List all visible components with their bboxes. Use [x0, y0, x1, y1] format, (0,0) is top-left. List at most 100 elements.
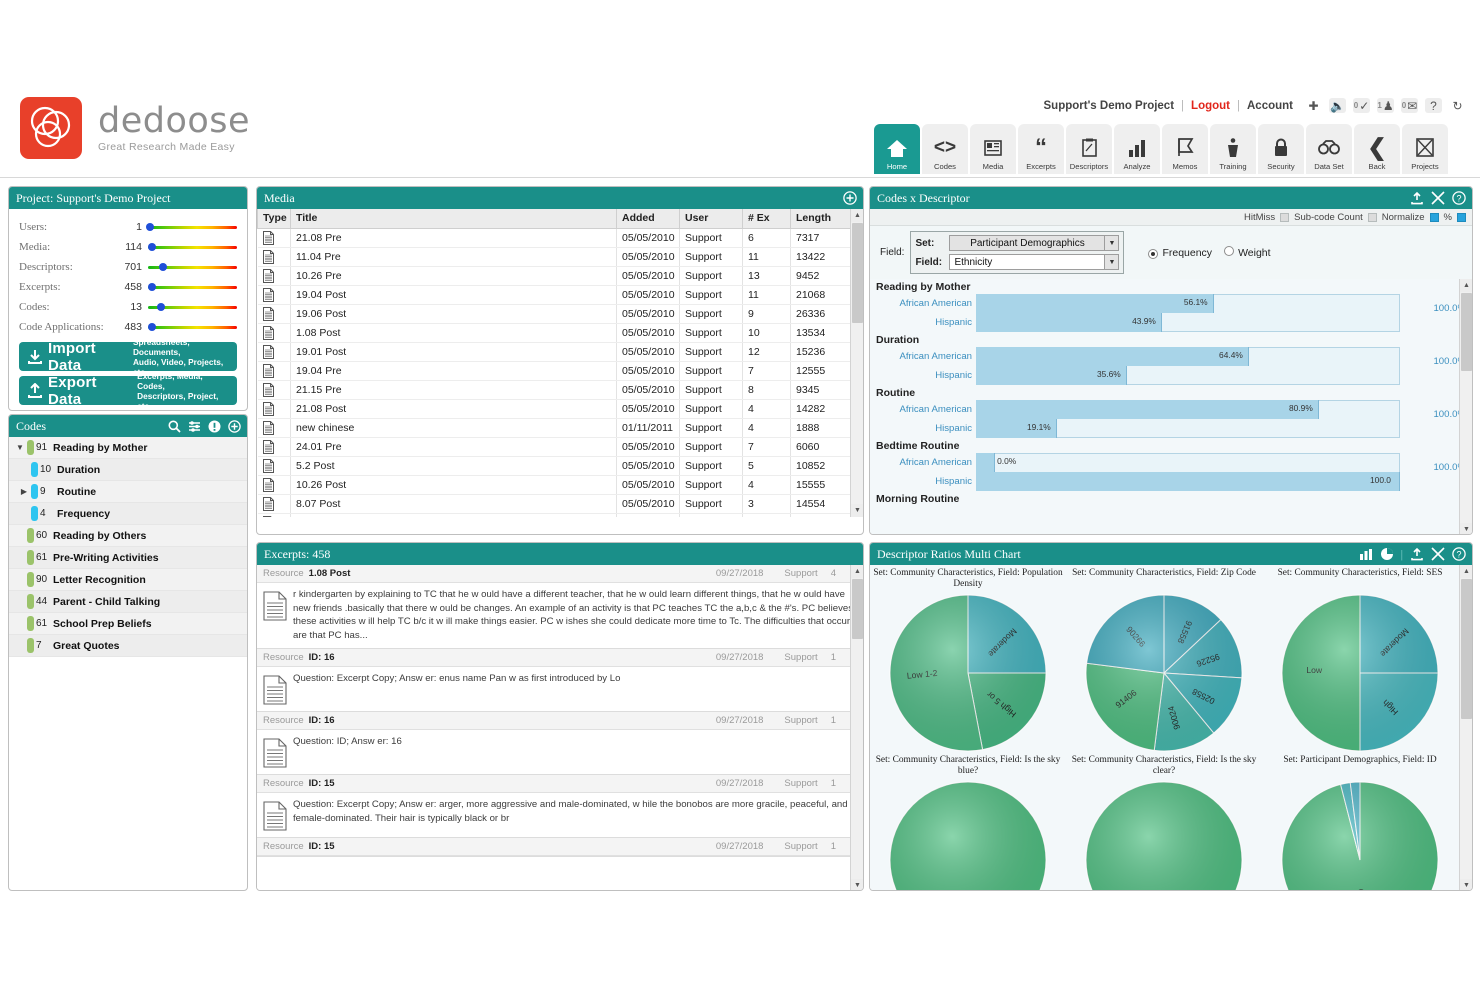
- chevron-down-icon[interactable]: ▼: [1104, 236, 1119, 250]
- list-item[interactable]: Resource ID: 16 09/27/2018 Support 1 Question…: [257, 712, 863, 775]
- scroll-up-icon[interactable]: ▲: [1460, 279, 1472, 292]
- excerpts-scrollbar[interactable]: ▲ ▼: [850, 565, 863, 890]
- nav-item-descriptors[interactable]: Descriptors: [1066, 124, 1112, 174]
- speaker-icon[interactable]: 🔈: [1329, 98, 1346, 113]
- search-icon[interactable]: [168, 420, 181, 433]
- chevron-down-icon[interactable]: ▼: [1104, 255, 1119, 269]
- col-title[interactable]: Title: [290, 209, 617, 229]
- pie-chart-wrap[interactable]: Y: [1068, 781, 1260, 890]
- pie-chart-wrap[interactable]: [1.04-7.9: [1264, 781, 1456, 890]
- mail-icon[interactable]: 0 ✉: [1401, 98, 1418, 113]
- account-link[interactable]: Account: [1247, 100, 1293, 112]
- field-dropdown[interactable]: Ethnicity ▼: [949, 254, 1120, 270]
- chevron-right-icon[interactable]: ▶: [17, 487, 31, 496]
- nav-item-training[interactable]: Training: [1210, 124, 1256, 174]
- code-row[interactable]: 4 Frequency: [9, 503, 247, 525]
- chevron-down-icon[interactable]: ▼: [13, 443, 27, 452]
- pie-chart-wrap[interactable]: ModerateHighLow: [1264, 594, 1456, 752]
- radio-frequency[interactable]: Frequency: [1148, 247, 1212, 259]
- excerpts-list[interactable]: Resource 1.08 Post 09/27/2018 Support 4 r kin…: [257, 565, 863, 890]
- refresh-icon[interactable]: ↻: [1449, 98, 1466, 113]
- checkbox-hitmiss[interactable]: [1280, 212, 1290, 222]
- resource-value[interactable]: ID: 16: [309, 715, 335, 726]
- import-data-button[interactable]: Import Data Spreadsheets, Documents, Aud…: [19, 337, 237, 377]
- bar-chart-icon[interactable]: [1359, 548, 1373, 561]
- scroll-down-icon[interactable]: ▼: [1460, 879, 1472, 890]
- code-row[interactable]: 60 Reading by Others: [9, 525, 247, 547]
- code-row[interactable]: 61 School Prep Beliefs: [9, 613, 247, 635]
- table-row[interactable]: 10.26 Post 05/05/2010 Support 4 15555: [257, 475, 863, 495]
- scroll-up-icon[interactable]: ▲: [851, 565, 863, 578]
- checkbox-subcode-count[interactable]: [1367, 212, 1377, 222]
- export-data-button[interactable]: Export Data Excerpts, Media, Codes, Desc…: [19, 371, 237, 410]
- help-icon[interactable]: ?: [1452, 547, 1466, 561]
- nav-item-projects[interactable]: Projects: [1402, 124, 1448, 174]
- scroll-up-icon[interactable]: ▲: [851, 209, 863, 222]
- cxd-scrollbar[interactable]: ▲ ▼: [1459, 279, 1472, 534]
- table-row[interactable]: 19.01 Post 05/05/2010 Support 12 15236: [257, 342, 863, 362]
- list-item[interactable]: Resource ID: 15 09/27/2018 Support 1: [257, 838, 863, 857]
- help-icon[interactable]: ?: [1452, 191, 1466, 205]
- nav-item-memos[interactable]: Memos: [1162, 124, 1208, 174]
- table-row[interactable]: 21.15 Pre 05/05/2010 Support 8 9345: [257, 380, 863, 400]
- code-row[interactable]: 44 Parent - Child Talking: [9, 591, 247, 613]
- pie-chart-wrap[interactable]: ModerateHigh 5 orLow 1-2: [872, 594, 1064, 752]
- set-dropdown[interactable]: Participant Demographics ▼: [949, 235, 1120, 251]
- table-row[interactable]: 10.26 Pre 05/05/2010 Support 13 9452: [257, 266, 863, 286]
- checkbox-normalize[interactable]: [1429, 212, 1439, 222]
- scroll-down-icon[interactable]: ▼: [851, 879, 863, 890]
- tasks-icon[interactable]: 0 ✓: [1353, 98, 1370, 113]
- scroll-up-icon[interactable]: ▲: [1460, 565, 1472, 578]
- code-row[interactable]: ▶ 9 Routine: [9, 481, 247, 503]
- table-row[interactable]: new chinese 01/11/2011 Support 4 1888: [257, 418, 863, 438]
- table-row[interactable]: 21.08 Pre 05/05/2010 Support 6 7317: [257, 228, 863, 248]
- scroll-thumb[interactable]: [1461, 579, 1472, 719]
- nav-item-security[interactable]: Security: [1258, 124, 1304, 174]
- media-scrollbar[interactable]: ▲ ▼: [850, 209, 863, 517]
- table-row[interactable]: 24.01 Pre 05/05/2010 Support 7 6060: [257, 437, 863, 457]
- radio-weight[interactable]: Weight: [1224, 246, 1271, 259]
- code-row[interactable]: 90 Letter Recognition: [9, 569, 247, 591]
- media-table-scroll[interactable]: Type Title Added User # Ex Length 21.08 …: [257, 209, 863, 517]
- pie-chart-wrap[interactable]: Y: [872, 781, 1064, 890]
- pie-chart-wrap[interactable]: 915589522602558900249140690266: [1068, 594, 1260, 752]
- col-added[interactable]: Added: [616, 209, 680, 229]
- table-row[interactable]: 21.08 Post 05/05/2010 Support 4 14282: [257, 399, 863, 419]
- resource-value[interactable]: ID: 16: [309, 652, 335, 663]
- col-type[interactable]: Type: [257, 209, 291, 229]
- export-icon[interactable]: [1410, 191, 1424, 205]
- nav-item-data-set[interactable]: Data Set: [1306, 124, 1352, 174]
- table-row[interactable]: 19.04 Post 05/05/2010 Support 11 21068: [257, 285, 863, 305]
- add-icon[interactable]: [843, 191, 857, 205]
- nav-item-codes[interactable]: <> Codes: [922, 124, 968, 174]
- resource-value[interactable]: 1.08 Post: [309, 568, 351, 579]
- export-icon[interactable]: [1410, 547, 1424, 561]
- pin-icon[interactable]: ✚: [1305, 98, 1322, 113]
- expand-icon[interactable]: [1431, 547, 1445, 561]
- list-item[interactable]: Resource ID: 15 09/27/2018 Support 1 Question…: [257, 775, 863, 838]
- checkbox-percent[interactable]: [1457, 212, 1466, 222]
- table-row[interactable]: 11.04 Pre 05/05/2010 Support 11 13422: [257, 247, 863, 267]
- filter-icon[interactable]: [188, 420, 201, 433]
- scroll-thumb[interactable]: [1461, 293, 1472, 371]
- code-row[interactable]: 7 Great Quotes: [9, 635, 247, 657]
- col-user[interactable]: User: [679, 209, 743, 229]
- logout-link[interactable]: Logout: [1191, 100, 1230, 112]
- code-row[interactable]: 10 Duration: [9, 459, 247, 481]
- help-icon[interactable]: ?: [1425, 98, 1442, 113]
- group-icon[interactable]: 1 ♟: [1377, 98, 1394, 113]
- table-row[interactable]: 19.04 Pre 05/05/2010 Support 7 12555: [257, 361, 863, 381]
- resource-value[interactable]: ID: 15: [309, 778, 335, 789]
- scroll-thumb[interactable]: [852, 579, 863, 639]
- add-icon[interactable]: [228, 419, 241, 433]
- table-row[interactable]: 5.2 Post 05/05/2010 Support 5 10852: [257, 456, 863, 476]
- nav-item-excerpts[interactable]: “ Excerpts: [1018, 124, 1064, 174]
- pie-chart-icon[interactable]: [1380, 547, 1394, 561]
- table-row[interactable]: 23.02 Post05/05/2010Support313123: [257, 513, 863, 517]
- code-row[interactable]: ▼ 91 Reading by Mother: [9, 437, 247, 459]
- scroll-down-icon[interactable]: ▼: [1460, 523, 1472, 534]
- table-row[interactable]: 1.08 Post 05/05/2010 Support 10 13534: [257, 323, 863, 343]
- nav-item-back[interactable]: ❮ Back: [1354, 124, 1400, 174]
- expand-icon[interactable]: [1431, 191, 1445, 205]
- list-item[interactable]: Resource 1.08 Post 09/27/2018 Support 4 r kin…: [257, 565, 863, 649]
